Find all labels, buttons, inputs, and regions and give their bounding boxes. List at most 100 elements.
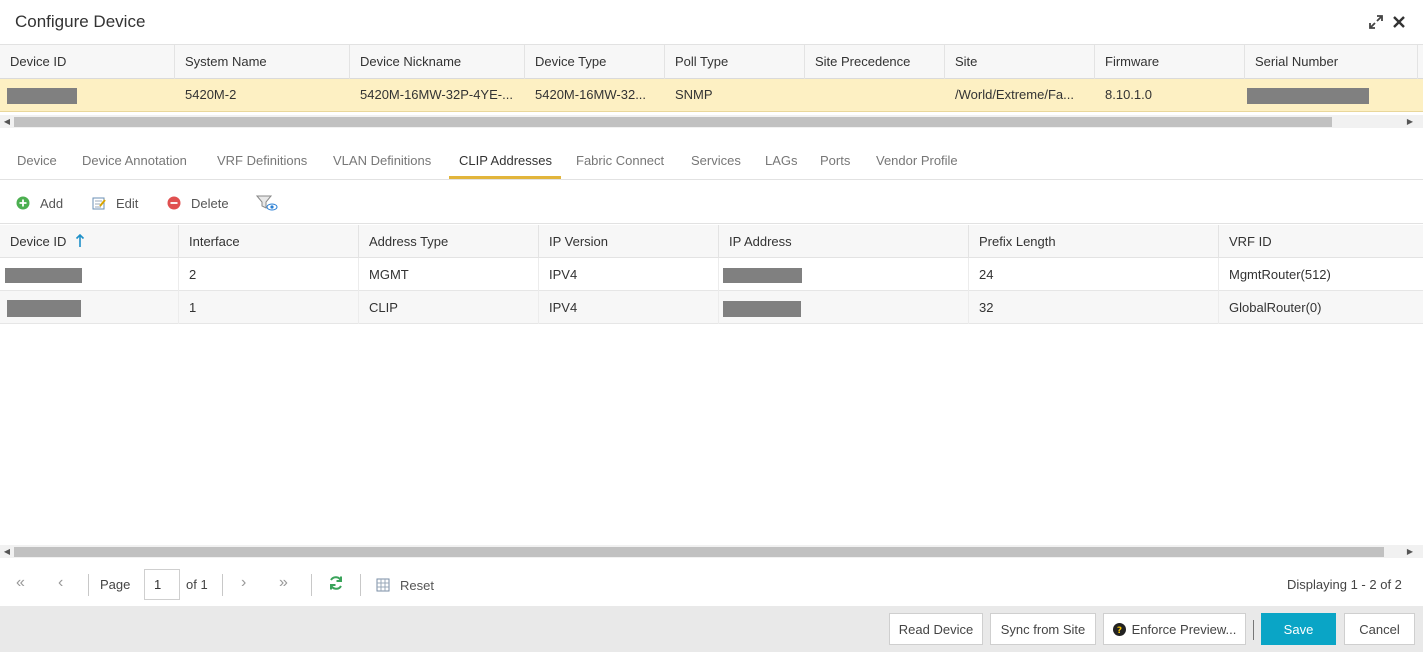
clip-column-header-ip-version[interactable]: IP Version: [539, 225, 719, 258]
poll-type-cell: SNMP: [675, 87, 713, 102]
help-icon: ?: [1112, 622, 1126, 636]
add-label: Add: [40, 195, 64, 211]
tab-device[interactable]: Device: [17, 153, 57, 168]
tab-vlan-definitions[interactable]: VLAN Definitions: [333, 153, 431, 168]
redacted-device-id: [5, 268, 82, 284]
edit-label: Edit: [116, 195, 139, 211]
clip-column-header-address-type[interactable]: Address Type: [359, 225, 539, 258]
redacted-ip-address: [723, 268, 802, 284]
device-grid-header: Device ID System Name Device Nickname De…: [0, 45, 1423, 79]
enforce-preview-label: Enforce Preview...: [1131, 621, 1237, 637]
clip-vrf-id-cell: MgmtRouter(512): [1229, 267, 1331, 282]
enforce-preview-button[interactable]: ? Enforce Preview...: [1103, 613, 1246, 645]
clip-interface-cell: 1: [179, 291, 359, 324]
serial-number-cell: [1245, 79, 1418, 111]
column-header-serial-number[interactable]: Serial Number: [1245, 45, 1418, 79]
window-title: Configure Device: [15, 12, 146, 31]
scroll-left-arrow-icon[interactable]: ◀: [2, 115, 12, 128]
column-header-firmware[interactable]: Firmware: [1095, 45, 1245, 79]
device-grid-scroll-thumb[interactable]: [14, 117, 1332, 127]
clip-address-type-cell: MGMT: [359, 258, 539, 291]
pager-divider: [360, 574, 361, 596]
pager-divider: [222, 574, 223, 596]
clip-device-id-cell: [0, 291, 179, 324]
clip-toolbar: Add Edit Delete: [0, 182, 1423, 224]
redacted-ip-address: [723, 300, 801, 317]
clip-interface-cell: 2: [179, 258, 359, 291]
device-id-cell: [0, 79, 175, 111]
clip-ip-address-cell: [719, 291, 969, 324]
table-row[interactable]: 2 MGMT IPV4 24 MgmtRouter(512): [0, 258, 1423, 291]
clip-ip-version-cell: IPV4: [539, 258, 719, 291]
reset-button[interactable]: Reset: [376, 576, 434, 594]
next-page-icon[interactable]: ›: [241, 574, 246, 592]
page-label: Page: [100, 577, 131, 592]
add-button[interactable]: Add: [16, 194, 63, 212]
column-header-poll-type[interactable]: Poll Type: [665, 45, 805, 79]
filter-view-button[interactable]: [256, 194, 278, 212]
tab-lags[interactable]: LAGs: [765, 153, 798, 168]
read-device-button[interactable]: Read Device: [889, 613, 983, 645]
reset-grid-icon: [376, 578, 390, 592]
clip-prefix-length-cell: 32: [969, 291, 1219, 324]
pager-divider: [88, 574, 89, 596]
pager-divider: [311, 574, 312, 596]
sync-from-site-button[interactable]: Sync from Site: [990, 613, 1096, 645]
clip-column-header-ip-address[interactable]: IP Address: [719, 225, 969, 258]
expand-icon[interactable]: [1368, 14, 1384, 30]
table-row[interactable]: 1 CLIP IPV4 32 GlobalRouter(0): [0, 291, 1423, 324]
clip-grid-scroll-thumb[interactable]: [14, 547, 1384, 557]
system-name-cell: 5420M-2: [185, 87, 237, 102]
page-number-input[interactable]: [144, 569, 180, 600]
filter-view-icon: [256, 195, 278, 211]
displaying-count: Displaying 1 - 2 of 2: [1287, 577, 1402, 592]
redacted-serial-number: [1247, 87, 1369, 104]
delete-icon: [167, 196, 181, 210]
last-page-icon[interactable]: »: [279, 574, 288, 592]
add-icon: [16, 196, 30, 210]
clip-column-header-prefix-length[interactable]: Prefix Length: [969, 225, 1219, 258]
delete-button[interactable]: Delete: [167, 194, 229, 212]
sort-ascending-icon: [75, 233, 85, 247]
tab-vendor-profile[interactable]: Vendor Profile: [876, 153, 958, 168]
previous-page-icon[interactable]: ‹: [58, 574, 63, 592]
clip-column-header-device-id[interactable]: Device ID: [0, 225, 179, 258]
clip-column-header-interface[interactable]: Interface: [179, 225, 359, 258]
site-precedence-cell: [805, 79, 945, 111]
device-grid: Device ID System Name Device Nickname De…: [0, 45, 1423, 112]
clip-column-device-id-label: Device ID: [10, 234, 67, 249]
tab-fabric-connect[interactable]: Fabric Connect: [576, 153, 664, 168]
column-header-system-name[interactable]: System Name: [175, 45, 350, 79]
column-header-site[interactable]: Site: [945, 45, 1095, 79]
device-row-selected[interactable]: 5420M-2 5420M-16MW-32P-4YE-... 5420M-16M…: [0, 79, 1423, 112]
device-nickname-cell: 5420M-16MW-32P-4YE-...: [360, 87, 513, 102]
tab-clip-addresses[interactable]: CLIP Addresses: [459, 153, 552, 168]
column-header-site-precedence[interactable]: Site Precedence: [805, 45, 945, 79]
edit-icon: [92, 197, 106, 210]
reset-label: Reset: [400, 577, 434, 593]
clip-column-header-vrf-id[interactable]: VRF ID: [1219, 225, 1423, 258]
tab-vrf-definitions[interactable]: VRF Definitions: [217, 153, 307, 168]
scroll-right-arrow-icon[interactable]: ▶: [1405, 545, 1415, 558]
cancel-button[interactable]: Cancel: [1344, 613, 1415, 645]
close-icon[interactable]: [1391, 14, 1407, 30]
redacted-device-id: [7, 87, 77, 104]
first-page-icon[interactable]: «: [16, 574, 25, 592]
device-grid-scrollbar[interactable]: ◀ ▶: [0, 115, 1423, 128]
tab-ports[interactable]: Ports: [820, 153, 850, 168]
column-header-device-id[interactable]: Device ID: [0, 45, 175, 79]
column-header-device-type[interactable]: Device Type: [525, 45, 665, 79]
device-type-cell: 5420M-16MW-32...: [535, 87, 647, 102]
save-button[interactable]: Save: [1261, 613, 1336, 645]
clip-device-id-cell: [0, 258, 179, 291]
clip-grid-scrollbar[interactable]: ◀ ▶: [0, 545, 1423, 558]
clip-prefix-length-cell: 24: [969, 258, 1219, 291]
tab-services[interactable]: Services: [691, 153, 741, 168]
column-header-device-nickname[interactable]: Device Nickname: [350, 45, 525, 79]
scroll-left-arrow-icon[interactable]: ◀: [2, 545, 12, 558]
scroll-right-arrow-icon[interactable]: ▶: [1405, 115, 1415, 128]
edit-button[interactable]: Edit: [92, 194, 138, 212]
tab-device-annotation[interactable]: Device Annotation: [82, 153, 187, 168]
clip-ip-address-cell: [719, 258, 969, 291]
refresh-icon[interactable]: [328, 575, 344, 596]
